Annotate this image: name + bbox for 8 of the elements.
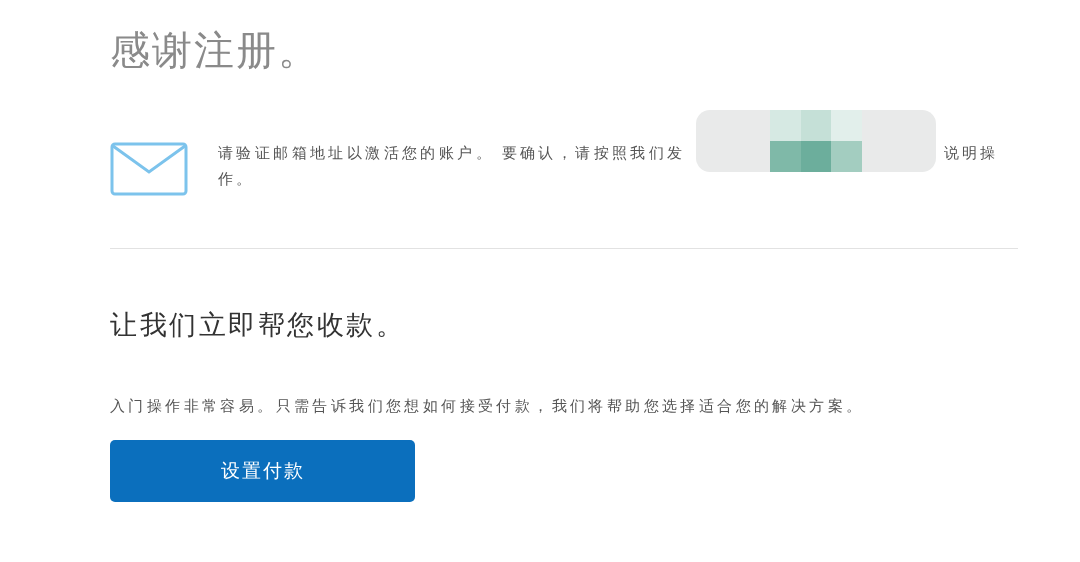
notice-text: 请验证邮箱地址以激活您的账户。 要确认，请按照我们发 <box>218 143 686 163</box>
setup-payment-button[interactable]: 设置付款 <box>110 440 415 502</box>
description-text: 入门操作非常容易。只需告诉我们您想如何接受付款，我们将帮助您选择适合您的解决方案。 <box>110 396 865 416</box>
page-title: 感谢注册。 <box>110 27 320 74</box>
section-heading: 让我们立即帮您收款。 <box>110 309 405 342</box>
notice-text: 说明操 <box>943 143 999 163</box>
notice-text: 作。 <box>218 169 255 189</box>
envelope-icon <box>110 142 188 196</box>
